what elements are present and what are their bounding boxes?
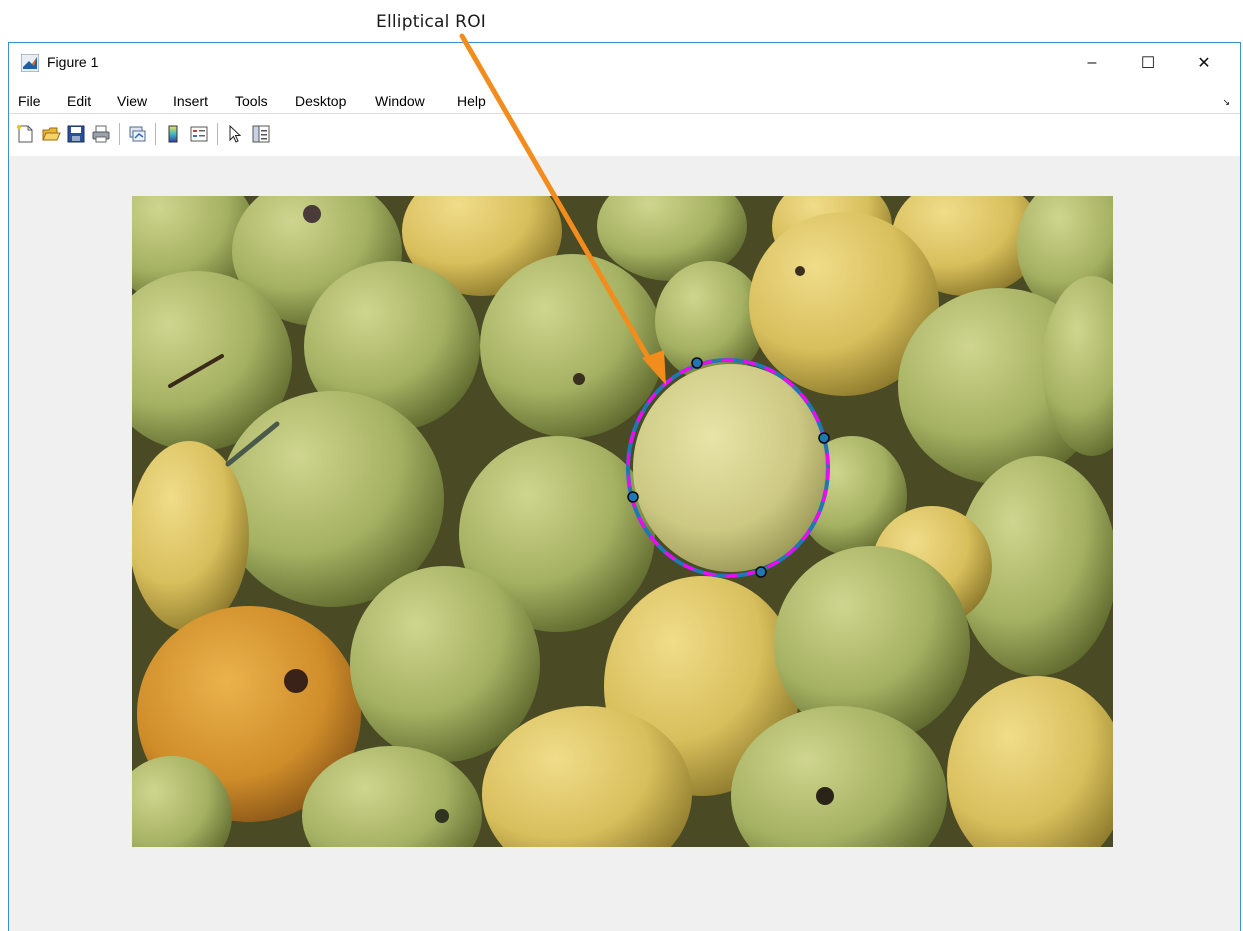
title-bar[interactable]: Figure 1 – ☐ ✕ [9,43,1240,83]
dock-arrow-icon[interactable]: ↘ [1222,97,1230,108]
figure-window: Figure 1 – ☐ ✕ File Edit View Insert Too… [8,42,1241,931]
toolbar-separator [155,123,156,145]
matlab-logo-icon [21,54,39,72]
print-icon[interactable] [91,124,111,144]
minimize-button[interactable]: – [1069,43,1115,83]
menu-edit[interactable]: Edit [67,93,91,109]
maximize-button[interactable]: ☐ [1125,43,1171,83]
open-file-icon[interactable] [41,124,61,144]
property-inspector-icon[interactable] [251,124,271,144]
menu-desktop[interactable]: Desktop [295,93,346,109]
pears-photo [132,196,1113,847]
figure-canvas [9,156,1240,931]
toolbar-separator [217,123,218,145]
toolbar-separator [119,123,120,145]
menu-window[interactable]: Window [375,93,425,109]
link-plot-icon[interactable] [127,124,147,144]
new-figure-icon[interactable] [15,124,35,144]
colorbar-icon[interactable] [163,124,183,144]
menu-bar: File Edit View Insert Tools Desktop Wind… [9,83,1240,113]
menu-insert[interactable]: Insert [173,93,208,109]
edit-plot-pointer-icon[interactable] [225,124,245,144]
menu-help[interactable]: Help [457,93,486,109]
legend-icon[interactable] [189,124,209,144]
save-icon[interactable] [66,124,86,144]
menu-file[interactable]: File [18,93,41,109]
menu-view[interactable]: View [117,93,147,109]
window-title: Figure 1 [47,54,99,70]
close-button[interactable]: ✕ [1181,43,1227,83]
annotation-label: Elliptical ROI [376,12,486,32]
axes-image[interactable] [132,196,1113,847]
menu-tools[interactable]: Tools [235,93,268,109]
figure-toolbar [9,113,1240,157]
